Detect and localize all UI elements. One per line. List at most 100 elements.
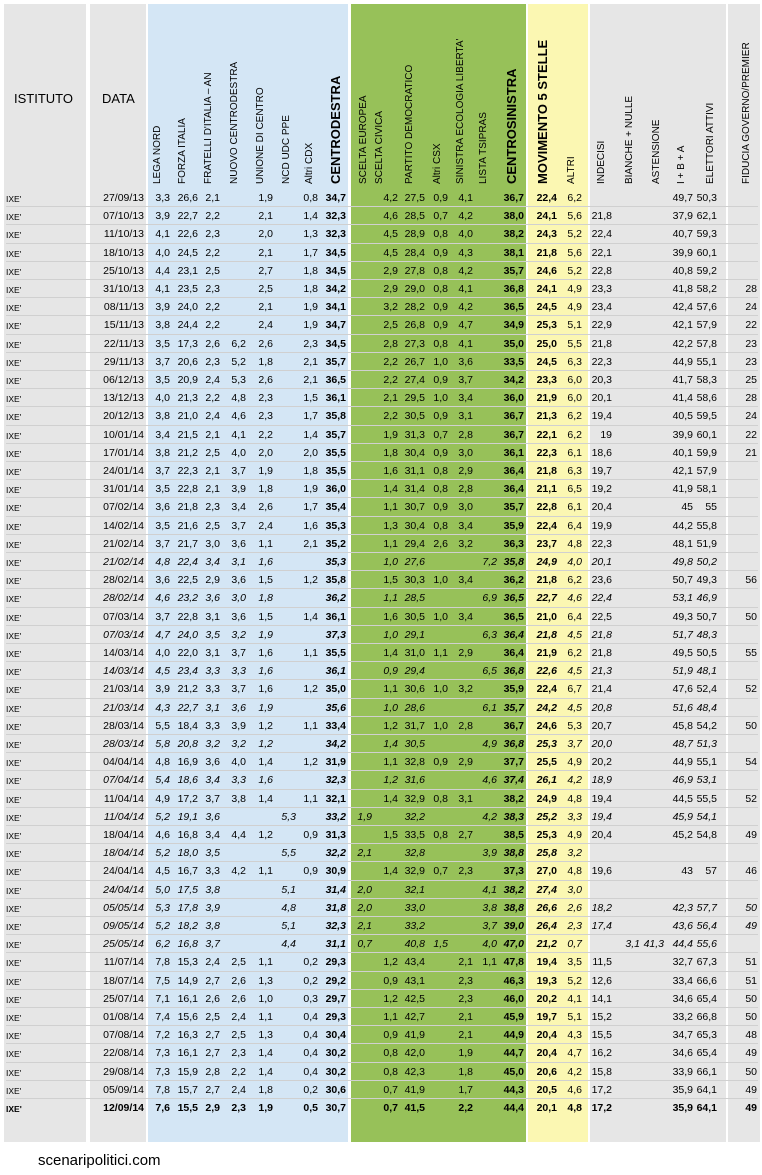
cell-date: 29/08/14 bbox=[103, 1065, 144, 1078]
cell-value: 20,8 bbox=[177, 738, 198, 750]
cell-value: 19,7 bbox=[591, 465, 612, 477]
cell-istituto: IXE' bbox=[6, 721, 22, 732]
cell-value: 19,4 bbox=[591, 792, 612, 805]
cell-value: 4,6 bbox=[155, 592, 170, 605]
cell-value: 1,8 bbox=[303, 283, 318, 295]
cell-value: 0,7 bbox=[567, 938, 582, 951]
cell-value: 36,4 bbox=[503, 647, 524, 659]
column-header: SINISTRA ECOLOGIA LIBERTA' bbox=[455, 38, 466, 184]
cell-value: 67,3 bbox=[696, 956, 717, 969]
table-row: IXE' 18/04/14 4,6 16,8 3,4 4,4 1,2 0,9 31,3 1,5 33… bbox=[0, 826, 762, 844]
column-header: FRATELLI D'ITALIA – AN bbox=[203, 72, 214, 184]
cell-istituto: IXE' bbox=[6, 558, 22, 568]
data-header: DATA bbox=[102, 91, 135, 106]
column-header: SCELTA EUROPEA bbox=[358, 95, 369, 184]
cell-value: 30,3 bbox=[404, 574, 425, 587]
table-row: IXE' 07/02/14 3,6 21,8 2,3 3,4 2,6 1,7 35,4 1,1 30… bbox=[0, 498, 762, 516]
cell-value: 3,5 bbox=[155, 337, 170, 350]
cell-value: 39,0 bbox=[503, 920, 524, 932]
cell-value: 22,7 bbox=[177, 210, 198, 223]
source-footer: scenaripolitici.com bbox=[38, 1152, 161, 1169]
cell-value: 21,8 bbox=[536, 628, 557, 641]
cell-value: 16,2 bbox=[591, 1047, 612, 1060]
cell-value: 0,4 bbox=[303, 1065, 318, 1078]
cell-value: 6,2 bbox=[567, 410, 582, 423]
cell-value: 3,5 bbox=[205, 628, 220, 641]
cell-value: 3,8 bbox=[205, 883, 220, 896]
cell-value: 0,8 bbox=[433, 264, 448, 277]
cell-date: 06/12/13 bbox=[103, 374, 144, 386]
cell-value: 20,1 bbox=[591, 556, 612, 568]
table-row: IXE' 29/08/14 7,3 15,9 2,8 2,2 1,4 0,4 30,2 0,8 42… bbox=[0, 1063, 762, 1081]
cell-istituto: IXE' bbox=[6, 758, 22, 769]
cell-istituto: IXE' bbox=[6, 976, 22, 987]
cell-value: 22,8 bbox=[536, 501, 557, 514]
cell-value: 22,6 bbox=[177, 228, 198, 241]
cell-value: 2,6 bbox=[205, 992, 220, 1005]
cell-value: 23,2 bbox=[177, 592, 198, 605]
cell-date: 11/10/13 bbox=[103, 228, 144, 241]
cell-value: 22,8 bbox=[177, 483, 198, 496]
table-row: IXE' 24/01/14 3,7 22,3 2,1 3,7 1,9 1,8 35,5 1,6 31… bbox=[0, 462, 762, 480]
cell-date: 22/08/14 bbox=[103, 1047, 144, 1060]
cell-date: 29/11/13 bbox=[103, 355, 144, 368]
cell-value: 2,2 bbox=[205, 301, 220, 314]
cell-istituto: IXE' bbox=[6, 503, 22, 514]
cell-value: 15,3 bbox=[177, 956, 198, 969]
cell-value: 22,5 bbox=[591, 610, 612, 623]
cell-value: 1,1 bbox=[383, 537, 398, 550]
cell-value: 25,0 bbox=[536, 337, 557, 350]
cell-value: 21,1 bbox=[536, 483, 557, 496]
cell-value: 1,9 bbox=[258, 192, 273, 204]
cell-value: 5,4 bbox=[155, 774, 170, 787]
cell-value: 3,1 bbox=[205, 647, 220, 659]
cell-value: 35,8 bbox=[325, 574, 346, 587]
cell-value: 1,0 bbox=[383, 556, 398, 568]
table-row: IXE' 14/03/14 4,0 22,0 3,1 3,7 1,6 1,1 35,5 1,4 31… bbox=[0, 644, 762, 662]
cell-value: 3,3 bbox=[231, 665, 246, 678]
cell-value: 3,4 bbox=[155, 428, 170, 441]
cell-value: 5,3 bbox=[155, 901, 170, 914]
cell-value: 7,8 bbox=[155, 1083, 170, 1096]
cell-value: 1,9 bbox=[258, 1102, 273, 1114]
cell-value: 1,1 bbox=[258, 537, 273, 550]
cell-value: 3,6 bbox=[205, 592, 220, 605]
cell-value: 22,3 bbox=[177, 465, 198, 477]
cell-value: 51,7 bbox=[672, 628, 693, 641]
cell-value: 46,3 bbox=[503, 974, 524, 987]
cell-value: 46 bbox=[745, 865, 757, 878]
cell-value: 24,0 bbox=[177, 628, 198, 641]
cell-value: 4,1 bbox=[458, 337, 473, 350]
cell-value: 3,7 bbox=[155, 465, 170, 477]
cell-value: 1,0 bbox=[258, 992, 273, 1005]
cell-value: 26,4 bbox=[536, 920, 557, 932]
cell-istituto: IXE' bbox=[6, 667, 22, 678]
cell-value: 2,3 bbox=[205, 501, 220, 514]
cell-value: 38,2 bbox=[503, 883, 524, 896]
cell-value: 32,1 bbox=[325, 792, 346, 805]
cell-value: 5,3 bbox=[281, 810, 296, 823]
cell-value: 64,1 bbox=[696, 1102, 717, 1114]
cell-value: 1,6 bbox=[258, 683, 273, 696]
cell-value: 16,8 bbox=[177, 938, 198, 951]
cell-istituto: IXE' bbox=[6, 1104, 22, 1114]
cell-value: 6,2 bbox=[231, 337, 246, 350]
cell-value: 31,1 bbox=[404, 465, 425, 477]
cell-value: 1,3 bbox=[303, 228, 318, 241]
cell-value: 22,4 bbox=[177, 556, 198, 568]
cell-value: 3,2 bbox=[458, 537, 473, 550]
cell-value: 1,1 bbox=[383, 756, 398, 769]
cell-value: 32,1 bbox=[404, 883, 425, 896]
cell-value: 4,2 bbox=[383, 192, 398, 204]
cell-value: 4,6 bbox=[567, 592, 582, 605]
cell-value: 7,2 bbox=[155, 1029, 170, 1042]
cell-value: 3,7 bbox=[155, 355, 170, 368]
cell-value: 1,8 bbox=[258, 355, 273, 368]
cell-value: 2,5 bbox=[383, 319, 398, 332]
cell-value: 0,8 bbox=[433, 519, 448, 532]
cell-value: 2,8 bbox=[458, 483, 473, 496]
cell-value: 18,2 bbox=[177, 920, 198, 932]
cell-value: 1,1 bbox=[258, 865, 273, 878]
table-row: IXE' 08/11/13 3,9 24,0 2,2 2,1 1,9 34,1 3,2 28,2 0… bbox=[0, 298, 762, 316]
cell-value: 36,4 bbox=[503, 483, 524, 496]
